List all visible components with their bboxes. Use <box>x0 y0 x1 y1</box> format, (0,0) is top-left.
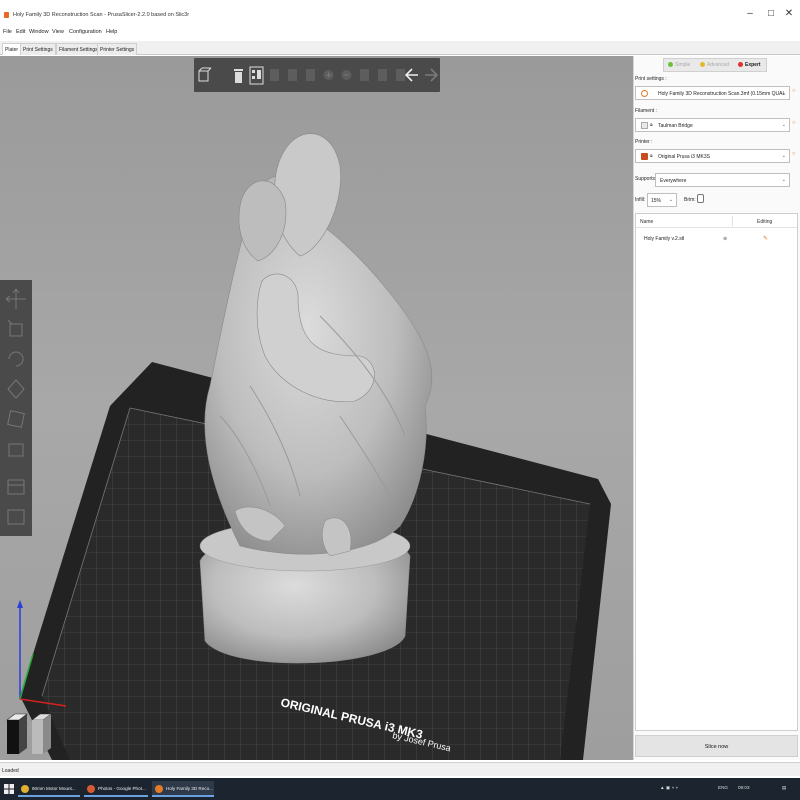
hollow-icon[interactable] <box>4 474 28 500</box>
menu-window[interactable]: Window <box>29 29 49 35</box>
infill-combo[interactable]: 15% ⌄ <box>647 193 677 207</box>
filament-color-swatch <box>641 122 648 129</box>
3d-viewport[interactable]: ORIGINAL PRUSA i3 MK3 by Josef Prusa <box>0 56 633 760</box>
supports-combo[interactable]: Everywhere ⌄ <box>655 173 790 187</box>
printer-edit-icon[interactable]: ○ <box>792 151 796 157</box>
print-settings-label: Print settings : <box>635 76 667 82</box>
paste-icon[interactable] <box>303 63 318 87</box>
column-name[interactable]: Name <box>640 219 653 225</box>
object-row[interactable]: Holy Family v.2.stl <box>644 236 684 242</box>
chevron-down-icon: ⌄ <box>781 177 786 183</box>
menu-view[interactable]: View <box>52 29 64 35</box>
warning-icon: ⊕ <box>723 236 728 242</box>
rotate-icon[interactable] <box>4 346 28 372</box>
tray-icons[interactable]: ▲ ▣ ◖ ◗ <box>660 785 678 791</box>
add-object-icon[interactable] <box>197 63 212 87</box>
print-settings-icon <box>641 90 648 97</box>
menu-edit[interactable]: Edit <box>16 29 25 35</box>
supports-label: Supports: <box>635 176 657 182</box>
printer-combo[interactable]: 🔒︎ Original Prusa i3 MK3S ⌄ <box>635 149 790 163</box>
redo-arrow-icon[interactable] <box>423 63 439 87</box>
remove-instance-icon[interactable] <box>339 63 354 87</box>
undo-arrow-icon[interactable] <box>404 63 420 87</box>
place-on-face-icon[interactable] <box>4 376 28 402</box>
simple-dot-icon <box>668 62 673 67</box>
menu-file[interactable]: File <box>3 29 12 35</box>
split-objects-icon[interactable] <box>357 63 372 87</box>
delete-icon[interactable] <box>231 63 246 87</box>
status-bar: Loaded <box>0 762 800 776</box>
chevron-down-icon: ⌄ <box>781 122 786 128</box>
copy-icon[interactable] <box>285 63 300 87</box>
taskbar-item-photos[interactable]: Photos - Google Phot... <box>84 781 148 797</box>
chevron-down-icon: ⌄ <box>781 153 786 159</box>
tray-clock[interactable]: 09:03 <box>738 785 750 790</box>
lock-icon: 🔒︎ <box>650 122 653 128</box>
add-instance-icon[interactable] <box>321 63 336 87</box>
mode-advanced[interactable]: Advanced <box>700 62 729 68</box>
lock-icon: 🔒︎ <box>650 153 653 159</box>
printer-icon <box>641 153 648 160</box>
taskbar-item-prusaslicer[interactable]: Holy Family 3D Reco... <box>152 781 214 797</box>
mode-expert[interactable]: Expert <box>738 62 761 68</box>
advanced-dot-icon <box>700 62 705 67</box>
minimize-button[interactable]: – <box>743 8 757 19</box>
os-taskbar: 60mm Motor Mount... Photos - Google Phot… <box>0 778 800 800</box>
chrome-icon <box>87 785 95 793</box>
status-text: Loaded <box>2 768 19 774</box>
maximize-button[interactable]: □ <box>764 8 778 19</box>
infill-label: Infill: <box>635 197 646 203</box>
tab-print-settings[interactable]: Print Settings <box>20 43 56 55</box>
object-list-header: Name Editing <box>636 214 797 228</box>
slice-now-button[interactable]: Slice now <box>635 735 798 757</box>
filament-edit-icon[interactable]: ○ <box>792 120 796 126</box>
filament-label: Filament : <box>635 108 657 114</box>
sla-support-icon[interactable] <box>4 504 28 530</box>
taskbar-item-chrome-motor[interactable]: 60mm Motor Mount... <box>18 781 80 797</box>
view-cube-icon[interactable] <box>5 710 57 756</box>
support-painting-icon[interactable] <box>4 436 28 462</box>
tab-plater[interactable]: Plater <box>2 43 22 55</box>
tray-language[interactable]: ENG <box>718 785 728 790</box>
menu-configuration[interactable]: Configuration <box>69 29 102 35</box>
menu-help[interactable]: Help <box>106 29 117 35</box>
filament-combo[interactable]: 🔒︎ Taulman Bridge ⌄ <box>635 118 790 132</box>
tab-bar: Plater Print Settings Filament Settings … <box>0 41 800 55</box>
tab-filament-settings[interactable]: Filament Settings <box>56 43 101 55</box>
delete-all-icon[interactable] <box>249 63 264 87</box>
tab-printer-settings[interactable]: Printer Settings <box>97 43 138 55</box>
column-editing[interactable]: Editing <box>757 219 772 225</box>
mode-switcher: Simple Advanced Expert <box>663 58 767 72</box>
prusaslicer-icon <box>155 785 163 793</box>
menu-bar: File Edit Window View Configuration Help <box>0 28 800 38</box>
chevron-down-icon: ⌄ <box>668 197 673 203</box>
object-list: Name Editing Holy Family v.2.stl ⊕ ✎ <box>635 213 798 731</box>
print-settings-edit-icon[interactable]: ○ <box>792 88 796 94</box>
close-button[interactable]: ✕ <box>782 8 796 19</box>
title-bar: Holy Family 3D Reconstruction Scan - Pru… <box>0 0 800 27</box>
move-icon[interactable] <box>4 286 28 312</box>
cut-icon[interactable] <box>4 406 28 432</box>
window-title: Holy Family 3D Reconstruction Scan - Pru… <box>13 12 190 18</box>
print-bed-scene: ORIGINAL PRUSA i3 MK3 by Josef Prusa <box>17 133 611 760</box>
scale-icon[interactable] <box>4 316 28 342</box>
brim-label: Brim: <box>684 197 696 203</box>
windows-start-icon[interactable] <box>4 784 14 794</box>
prusaslicer-app-icon <box>4 12 9 18</box>
chrome-icon <box>21 785 29 793</box>
arrange-icon[interactable] <box>267 63 282 87</box>
left-toolbar <box>0 280 32 536</box>
print-settings-combo[interactable]: Holy Family 3D Reconstruction Scan.3mf (… <box>635 86 790 100</box>
expert-dot-icon <box>738 62 743 67</box>
notifications-icon[interactable]: ▤ <box>782 785 786 791</box>
edit-object-icon[interactable]: ✎ <box>763 235 768 242</box>
chevron-down-icon: ⌄ <box>781 90 786 96</box>
top-toolbar <box>194 58 440 92</box>
object-name: Holy Family v.2.stl <box>644 236 685 242</box>
printer-label: Printer : <box>635 139 653 145</box>
brim-checkbox[interactable] <box>697 194 704 203</box>
split-parts-icon[interactable] <box>375 63 390 87</box>
mode-simple[interactable]: Simple <box>668 62 690 68</box>
